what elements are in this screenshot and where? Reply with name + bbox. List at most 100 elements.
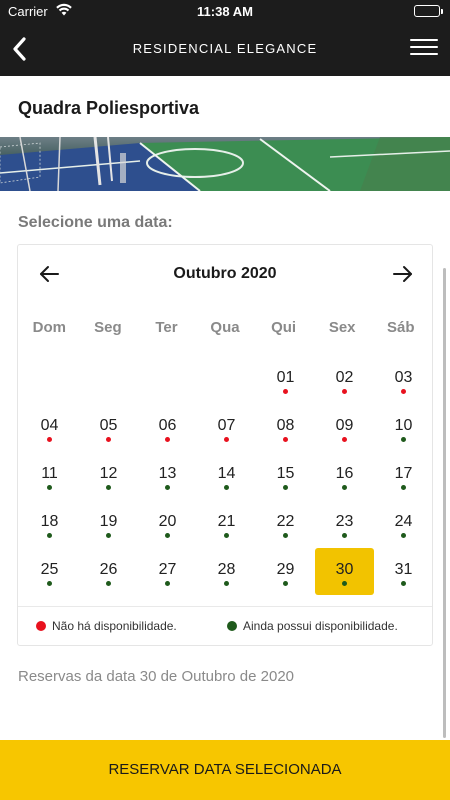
calendar-day[interactable]: 06 bbox=[138, 401, 197, 449]
calendar-day[interactable]: 01 bbox=[256, 353, 315, 401]
unavailable-dot-icon bbox=[342, 437, 347, 442]
available-dot-icon bbox=[106, 581, 111, 586]
court-title: Quadra Poliesportiva bbox=[18, 98, 200, 118]
reserve-date-button[interactable]: RESERVAR DATA SELECIONADA bbox=[0, 740, 450, 800]
green-dot-icon bbox=[227, 621, 237, 631]
calendar-day[interactable]: 21 bbox=[197, 497, 256, 545]
calendar-day[interactable]: 22 bbox=[256, 497, 315, 545]
calendar-day[interactable]: 05 bbox=[79, 401, 138, 449]
reservations-label: Reservas da data 30 de Outubro de 2020 bbox=[18, 668, 295, 685]
available-dot-icon bbox=[401, 485, 406, 490]
battery-icon bbox=[414, 5, 443, 17]
calendar-day[interactable]: 12 bbox=[79, 449, 138, 497]
available-dot-icon bbox=[342, 581, 347, 586]
unavailable-dot-icon bbox=[342, 389, 347, 394]
unavailable-dot-icon bbox=[283, 437, 288, 442]
calendar-day[interactable]: 31 bbox=[374, 545, 433, 593]
calendar-day[interactable]: 26 bbox=[79, 545, 138, 593]
calendar-day[interactable]: 27 bbox=[138, 545, 197, 593]
calendar-day[interactable]: 24 bbox=[374, 497, 433, 545]
day-number: 07 bbox=[217, 417, 236, 434]
calendar-day[interactable]: 09 bbox=[315, 401, 374, 449]
calendar-day[interactable]: 19 bbox=[79, 497, 138, 545]
available-dot-icon bbox=[47, 581, 52, 586]
weekday-label: Qua bbox=[210, 319, 240, 336]
calendar-day[interactable]: 15 bbox=[256, 449, 315, 497]
calendar-day[interactable]: 28 bbox=[197, 545, 256, 593]
day-number: 30 bbox=[335, 561, 354, 578]
day-number: 29 bbox=[276, 561, 295, 578]
day-number: 05 bbox=[99, 417, 118, 434]
hamburger-menu-icon[interactable] bbox=[410, 39, 438, 59]
day-number: 13 bbox=[158, 465, 177, 482]
calendar-day[interactable]: 11 bbox=[20, 449, 79, 497]
available-dot-icon bbox=[106, 485, 111, 490]
calendar-day[interactable]: 04 bbox=[20, 401, 79, 449]
weekday-label: Dom bbox=[32, 319, 66, 336]
available-dot-icon bbox=[283, 533, 288, 538]
calendar-day[interactable]: 13 bbox=[138, 449, 197, 497]
calendar-day[interactable]: 18 bbox=[20, 497, 79, 545]
calendar-day[interactable]: 17 bbox=[374, 449, 433, 497]
calendar-day[interactable]: 25 bbox=[20, 545, 79, 593]
calendar-day[interactable]: 20 bbox=[138, 497, 197, 545]
available-dot-icon bbox=[106, 533, 111, 538]
legend-available: Ainda possui disponibilidade. bbox=[227, 619, 398, 633]
day-number: 04 bbox=[40, 417, 59, 434]
weekday-label: Sáb bbox=[387, 319, 415, 336]
legend-unavailable-label: Não há disponibilidade. bbox=[52, 619, 177, 633]
unavailable-dot-icon bbox=[401, 389, 406, 394]
available-dot-icon bbox=[165, 533, 170, 538]
select-date-label: Selecione uma data: bbox=[18, 214, 173, 231]
day-number: 28 bbox=[217, 561, 236, 578]
day-number: 09 bbox=[335, 417, 354, 434]
available-dot-icon bbox=[224, 581, 229, 586]
arrow-right-icon[interactable] bbox=[392, 263, 414, 285]
day-number: 22 bbox=[276, 513, 295, 530]
empty-day-cell bbox=[79, 353, 138, 401]
nav-bar: RESIDENCIAL ELEGANCE bbox=[0, 22, 450, 76]
day-number: 18 bbox=[40, 513, 59, 530]
calendar-day[interactable]: 29 bbox=[256, 545, 315, 593]
calendar-day[interactable]: 23 bbox=[315, 497, 374, 545]
day-number: 27 bbox=[158, 561, 177, 578]
month-label: Outubro 2020 bbox=[173, 265, 277, 282]
day-number: 31 bbox=[394, 561, 413, 578]
calendar-day[interactable]: 10 bbox=[374, 401, 433, 449]
available-dot-icon bbox=[165, 485, 170, 490]
calendar-grid: 01 02 03 04 05 06 07 08 09 10 11 12 13 14 15 16 17 18 19 20… bbox=[18, 353, 433, 595]
calendar-day[interactable]: 07 bbox=[197, 401, 256, 449]
weekday-header: Dom Seg Ter Qua Qui Sex Sáb bbox=[18, 319, 432, 339]
day-number: 17 bbox=[394, 465, 413, 482]
available-dot-icon bbox=[401, 581, 406, 586]
calendar-day-selected[interactable]: 30 bbox=[315, 545, 374, 595]
calendar-day[interactable]: 14 bbox=[197, 449, 256, 497]
available-dot-icon bbox=[342, 485, 347, 490]
unavailable-dot-icon bbox=[283, 389, 288, 394]
day-number: 23 bbox=[335, 513, 354, 530]
available-dot-icon bbox=[283, 581, 288, 586]
calendar-day[interactable]: 02 bbox=[315, 353, 374, 401]
status-time: 11:38 AM bbox=[197, 4, 253, 19]
calendar-day[interactable]: 08 bbox=[256, 401, 315, 449]
day-number: 02 bbox=[335, 369, 354, 386]
available-dot-icon bbox=[165, 581, 170, 586]
scrollbar[interactable] bbox=[443, 268, 446, 738]
status-bar: Carrier 11:38 AM bbox=[0, 0, 450, 22]
day-number: 19 bbox=[99, 513, 118, 530]
day-number: 10 bbox=[394, 417, 413, 434]
day-number: 26 bbox=[99, 561, 118, 578]
legend-unavailable: Não há disponibilidade. bbox=[36, 619, 177, 633]
day-number: 12 bbox=[99, 465, 118, 482]
day-number: 20 bbox=[158, 513, 177, 530]
calendar-day[interactable]: 03 bbox=[374, 353, 433, 401]
court-image bbox=[0, 137, 450, 191]
available-dot-icon bbox=[47, 533, 52, 538]
day-number: 21 bbox=[217, 513, 236, 530]
day-number: 11 bbox=[41, 465, 58, 482]
weekday-label: Ter bbox=[155, 319, 178, 336]
available-dot-icon bbox=[342, 533, 347, 538]
calendar-day[interactable]: 16 bbox=[315, 449, 374, 497]
calendar-header: Outubro 2020 bbox=[18, 245, 432, 303]
day-number: 24 bbox=[394, 513, 413, 530]
